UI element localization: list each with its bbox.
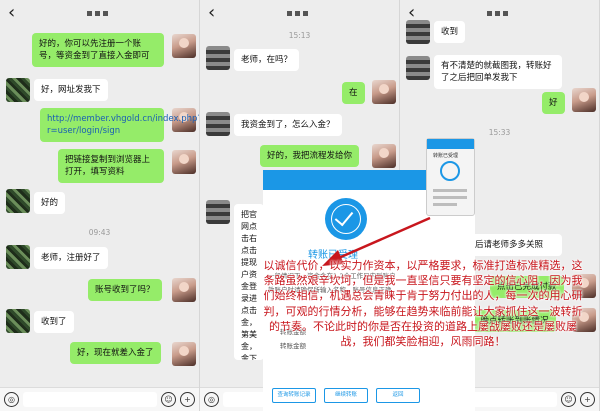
avatar[interactable] [206,46,230,70]
message-bubble: 老师，在吗？ [234,49,300,71]
receipt-thumbnail[interactable]: 转账已受理 [426,138,475,216]
avatar[interactable] [406,20,430,44]
avatar[interactable] [172,150,196,174]
voice-icon[interactable]: ◎ [204,392,219,407]
message-bubble: 老师，注册好了 [34,247,108,269]
contact-name-pixelated [487,10,509,16]
continue-transfer-button[interactable]: 继续转账 [324,388,368,403]
chat-header: ‹ [0,0,199,26]
avatar[interactable] [206,200,230,224]
back-icon[interactable]: ‹ [208,4,215,22]
return-button[interactable]: 返回 [376,388,420,403]
avatar[interactable] [172,342,196,366]
contact-name-pixelated [87,10,109,16]
avatar[interactable] [6,245,30,269]
thumbnail-title: 转账已受理 [433,153,459,159]
chat-panel-1: ‹ 好的，你可以先注册一个账号，等资金到了直接入金即可 好，网址发我下 http… [0,0,200,411]
annotation-text: 以诚信代价，以实力作资本，以严格要求，标准打造标准精选，这条路虽然艰辛坎坷，但是… [263,259,583,349]
timestamp: 09:43 [88,228,111,237]
emoji-icon[interactable]: ☺ [161,392,176,407]
input-bar: ◎ ☺ + [0,387,199,411]
message-bubble: 把链接复制到浏览器上打开，填写资料 [58,149,164,183]
avatar[interactable] [6,309,30,333]
message-bubble: 好的，我把流程发给你 [260,145,360,167]
timestamp: 15:33 [488,128,511,137]
avatar[interactable] [372,144,396,168]
avatar[interactable] [206,112,230,136]
message-bubble: 我资金到了，怎么入金？ [234,114,342,136]
chat-header: ‹ [200,0,399,26]
message-bubble: 好的，你可以先注册一个账号，等资金到了直接入金即可 [32,33,164,67]
message-bubble: 好 [542,92,565,114]
message-bubble: 收到 [434,21,466,43]
avatar[interactable] [406,56,430,80]
avatar[interactable] [6,189,30,213]
avatar[interactable] [172,278,196,302]
back-icon[interactable]: ‹ [8,4,15,22]
avatar[interactable] [172,34,196,58]
contact-name-pixelated [287,10,309,16]
message-bubble: 账号收到了吗？ [88,279,162,301]
query-records-button[interactable]: 查询转账记录 [272,388,316,403]
message-bubble: 好的 [34,192,66,214]
link-message[interactable]: http://member.vhgold.cn/index.php?r=user… [40,108,199,142]
avatar[interactable] [572,88,596,112]
message-bubble: 把官网点击右点击提现户资金登录进点击金，第美金，金下一步点击付最后一点去手 [234,204,264,360]
voice-icon[interactable]: ◎ [4,392,19,407]
emoji-icon[interactable]: ☺ [561,392,576,407]
message-bubble: 在 [342,82,365,104]
message-bubble: 好，网址发我下 [34,79,108,101]
timestamp: 15:13 [288,31,311,40]
message-input[interactable] [23,392,157,407]
chat-collage: ‹ 好的，你可以先注册一个账号，等资金到了直接入金即可 好，网址发我下 http… [0,0,600,411]
message-bubble: 收到了 [34,311,74,333]
plus-icon[interactable]: + [580,392,595,407]
thumbnail-check-icon [440,161,460,181]
message-bubble: 有不清楚的就截图我，转账好了之后把回单发我下 [434,55,562,89]
avatar[interactable] [372,80,396,104]
plus-icon[interactable]: + [180,392,195,407]
message-bubble: 好，现在就差入金了 [70,342,161,364]
avatar[interactable] [6,78,30,102]
